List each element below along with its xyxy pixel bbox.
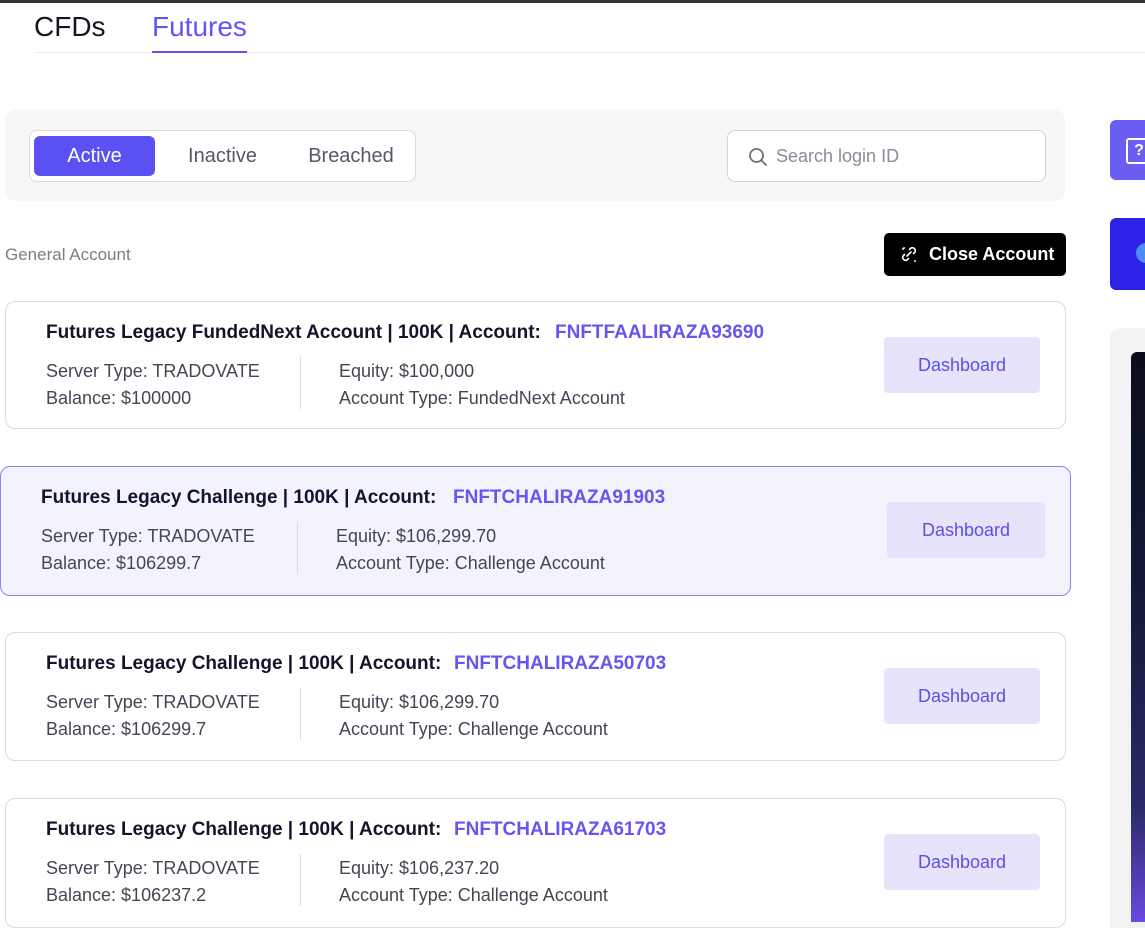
server-type: Server Type: TRADOVATE (41, 526, 255, 546)
filter-bar: Active Inactive Breached (5, 110, 1065, 201)
close-account-button[interactable]: Close Account (884, 233, 1066, 276)
balance: Balance: $106299.7 (46, 719, 207, 739)
account-title: Futures Legacy Challenge | 100K | Accoun… (46, 653, 442, 674)
dashboard-button[interactable]: Dashboard (884, 337, 1040, 393)
account-type: Account Type: Challenge Account (336, 553, 605, 573)
account-id: FNFTCHALIRAZA50703 (454, 653, 667, 674)
search-icon (749, 148, 767, 166)
account-id: FNFTCHALIRAZA91903 (453, 487, 666, 508)
help-icon: ? (1126, 138, 1145, 164)
account-info-right: Equity: $106,299.70 Account Type: Challe… (336, 523, 605, 577)
server-type: Server Type: TRADOVATE (46, 692, 260, 712)
dashboard-button[interactable]: Dashboard (887, 502, 1045, 558)
account-title: Futures Legacy FundedNext Account | 100K… (46, 322, 541, 343)
divider (300, 854, 301, 906)
divider (297, 522, 298, 574)
promo-banner-image (1131, 352, 1145, 922)
dashboard-button[interactable]: Dashboard (884, 668, 1040, 724)
equity: Equity: $106,237.20 (339, 858, 500, 878)
close-account-label: Close Account (929, 244, 1055, 264)
account-title: Futures Legacy Challenge | 100K | Accoun… (46, 819, 442, 840)
divider (300, 688, 301, 740)
account-info-right: Equity: $106,237.20 Account Type: Challe… (339, 855, 608, 909)
equity: Equity: $100,000 (339, 361, 475, 381)
account-info-left: Server Type: TRADOVATE Balance: $106299.… (46, 689, 260, 743)
account-id: FNFTCHALIRAZA61703 (454, 819, 667, 840)
equity: Equity: $106,299.70 (339, 692, 500, 712)
filter-active-button[interactable]: Active (34, 136, 155, 176)
account-type: Account Type: Challenge Account (339, 719, 608, 739)
filter-breached-button[interactable]: Breached (296, 136, 406, 176)
search-input[interactable] (776, 139, 1032, 173)
balance: Balance: $106299.7 (41, 553, 202, 573)
status-filter: Active Inactive Breached (29, 130, 416, 182)
account-info-left: Server Type: TRADOVATE Balance: $106299.… (41, 523, 255, 577)
account-card: Futures Legacy Challenge | 100K | Accoun… (0, 466, 1071, 596)
filter-inactive-button[interactable]: Inactive (175, 136, 270, 176)
balance: Balance: $100000 (46, 388, 192, 408)
account-type: Account Type: Challenge Account (339, 885, 608, 905)
unlink-icon (901, 246, 917, 262)
tab-cfds[interactable]: CFDs (34, 0, 106, 53)
market-tabs: CFDs Futures (34, 0, 1145, 53)
search-box (727, 130, 1046, 182)
account-card: Futures Legacy FundedNext Account | 100K… (5, 301, 1066, 429)
section-label: General Account (5, 245, 131, 264)
promo-icon (1136, 243, 1145, 263)
server-type: Server Type: TRADOVATE (46, 361, 260, 381)
server-type: Server Type: TRADOVATE (46, 858, 260, 878)
dashboard-button[interactable]: Dashboard (884, 834, 1040, 890)
account-card: Futures Legacy Challenge | 100K | Accoun… (5, 798, 1066, 928)
account-type: Account Type: FundedNext Account (339, 388, 625, 408)
account-info-right: Equity: $106,299.70 Account Type: Challe… (339, 689, 608, 743)
balance: Balance: $106237.2 (46, 885, 207, 905)
account-title: Futures Legacy Challenge | 100K | Accoun… (41, 487, 437, 508)
divider (300, 357, 301, 409)
account-info-left: Server Type: TRADOVATE Balance: $100000 (46, 358, 260, 412)
account-card: Futures Legacy Challenge | 100K | Accoun… (5, 632, 1066, 761)
help-widget[interactable]: ? (1110, 120, 1145, 180)
promo-widget[interactable] (1110, 218, 1145, 290)
equity: Equity: $106,299.70 (336, 526, 497, 546)
account-id: FNFTFAALIRAZA93690 (555, 322, 765, 343)
account-info-left: Server Type: TRADOVATE Balance: $106237.… (46, 855, 260, 909)
account-info-right: Equity: $100,000 Account Type: FundedNex… (339, 358, 625, 412)
tab-futures[interactable]: Futures (152, 0, 247, 53)
